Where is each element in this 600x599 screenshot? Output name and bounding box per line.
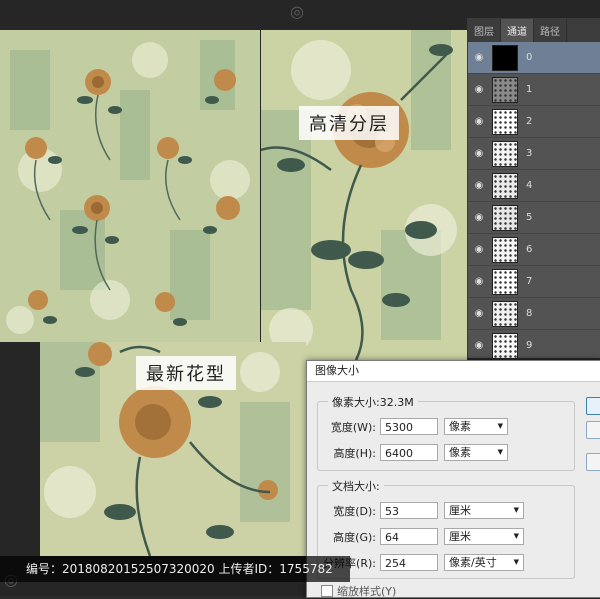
width-input[interactable]: 5300 (380, 418, 438, 435)
eye-icon[interactable]: ◉ (472, 243, 486, 257)
doc-width-unit-select[interactable]: 厘米 ▼ (444, 502, 524, 519)
resolution-unit-value: 像素/英寸 (449, 556, 497, 569)
eye-icon[interactable]: ◉ (472, 83, 486, 97)
image-size-dialog: 图像大小 像素大小:32.3M 宽度(W): 5300 像素 ▼ 高度(H): 6… (306, 360, 600, 598)
document-size-label: 文档大小: (328, 478, 384, 494)
cancel-button[interactable] (586, 421, 600, 439)
label-layered: 高清分层 (299, 106, 399, 140)
dialog-title: 图像大小 (307, 361, 600, 382)
doc-height-input[interactable]: 64 (380, 528, 438, 545)
eye-icon[interactable]: ◉ (472, 147, 486, 161)
checkbox-box[interactable] (321, 585, 333, 597)
channel-row[interactable]: ◉ 1 (468, 74, 600, 106)
pattern-tile-left (0, 30, 260, 342)
channel-row[interactable]: ◉ 8 (468, 298, 600, 330)
chevron-down-icon: ▼ (513, 558, 519, 566)
doc-height-label: 高度(G): (333, 530, 376, 544)
chevron-down-icon: ▼ (497, 448, 503, 456)
height-label: 高度(H): (333, 446, 376, 460)
channel-row[interactable]: ◉ 9 (468, 330, 600, 362)
channel-list: ◉ 0 ◉ 1 ◉ 2 ◉ 3 ◉ 4 ◉ 5 ◉ 6 ◉ 7 ◉ 8 ◉ 9 (468, 42, 600, 362)
channel-thumbnail (492, 236, 518, 263)
height-unit-value: 像素 (449, 446, 471, 459)
channel-label: 5 (526, 212, 533, 223)
channel-row[interactable]: ◉ 2 (468, 106, 600, 138)
eye-icon[interactable]: ◉ (472, 275, 486, 289)
tab-channels[interactable]: 通道 (501, 19, 534, 42)
scale-styles-label: 缩放样式(Y) (337, 585, 397, 598)
channel-row[interactable]: ◉ 4 (468, 170, 600, 202)
chevron-down-icon: ▼ (513, 506, 519, 514)
channels-panel: 图层 通道 路径 ◉ 0 ◉ 1 ◉ 2 ◉ 3 ◉ 4 ◉ 5 ◉ 6 ◉ 7 ◉ 8 ◉ 9 (467, 18, 600, 362)
panel-tabs: 图层 通道 路径 (468, 18, 600, 42)
doc-height-unit-value: 厘米 (449, 530, 471, 543)
height-unit-select[interactable]: 像素 ▼ (444, 444, 508, 461)
label-newest-pattern: 最新花型 (136, 356, 236, 390)
channel-label: 7 (526, 276, 533, 287)
eye-icon[interactable]: ◉ (472, 339, 486, 353)
channel-thumbnail (492, 204, 518, 231)
channel-thumbnail (492, 268, 518, 295)
ok-button[interactable] (586, 397, 600, 415)
pattern-tile-bottom: 最新花型 (40, 342, 306, 556)
width-unit-select[interactable]: 像素 ▼ (444, 418, 508, 435)
channel-row[interactable]: ◉ 3 (468, 138, 600, 170)
channel-thumbnail (492, 44, 518, 71)
channel-thumbnail (492, 332, 518, 359)
channel-row[interactable]: ◉ 5 (468, 202, 600, 234)
height-input[interactable]: 6400 (380, 444, 438, 461)
channel-label: 2 (526, 116, 533, 127)
channel-label: 4 (526, 180, 533, 191)
eye-icon[interactable]: ◉ (472, 307, 486, 321)
channel-thumbnail (492, 108, 518, 135)
channel-thumbnail (492, 140, 518, 167)
document-size-group: 文档大小: 宽度(D): 53 厘米▼ 高度(G): 64 厘米▼ 分辨率(R)… (317, 478, 575, 579)
eye-icon[interactable]: ◉ (472, 51, 486, 65)
chevron-down-icon: ▼ (513, 532, 519, 540)
channel-label: 3 (526, 148, 533, 159)
channel-label: 9 (526, 340, 533, 351)
pixel-dimensions-label: 像素大小:32.3M (328, 394, 418, 410)
pattern-tile-right: 高清分层 (261, 30, 467, 360)
watermark-icon: ◎ (290, 2, 304, 21)
pixel-dimensions-group: 像素大小:32.3M 宽度(W): 5300 像素 ▼ 高度(H): 6400 像… (317, 394, 575, 471)
channel-row[interactable]: ◉ 0 (468, 42, 600, 74)
doc-height-unit-select[interactable]: 厘米 ▼ (444, 528, 524, 545)
channel-thumbnail (492, 300, 518, 327)
channel-row[interactable]: ◉ 6 (468, 234, 600, 266)
scale-styles-checkbox[interactable]: 缩放样式(Y) (321, 583, 396, 599)
width-label: 宽度(W): (330, 420, 376, 434)
eye-icon[interactable]: ◉ (472, 179, 486, 193)
channel-label: 8 (526, 308, 533, 319)
channel-label: 1 (526, 84, 533, 95)
channel-row[interactable]: ◉ 7 (468, 266, 600, 298)
channel-label: 0 (526, 52, 533, 63)
channel-thumbnail (492, 76, 518, 103)
width-unit-value: 像素 (449, 420, 471, 433)
eye-icon[interactable]: ◉ (472, 211, 486, 225)
chevron-down-icon: ▼ (497, 422, 503, 430)
resolution-input[interactable]: 254 (380, 554, 438, 571)
auto-button[interactable] (586, 453, 600, 471)
info-footer: 编号：20180820152507320020 上传者ID：1755782 (0, 556, 350, 582)
resolution-unit-select[interactable]: 像素/英寸 ▼ (444, 554, 524, 571)
eye-icon[interactable]: ◉ (472, 115, 486, 129)
doc-width-input[interactable]: 53 (380, 502, 438, 519)
tab-paths[interactable]: 路径 (534, 19, 567, 42)
tab-layers[interactable]: 图层 (468, 19, 501, 42)
doc-width-label: 宽度(D): (333, 504, 376, 518)
channel-thumbnail (492, 172, 518, 199)
channel-label: 6 (526, 244, 533, 255)
doc-width-unit-value: 厘米 (449, 504, 471, 517)
